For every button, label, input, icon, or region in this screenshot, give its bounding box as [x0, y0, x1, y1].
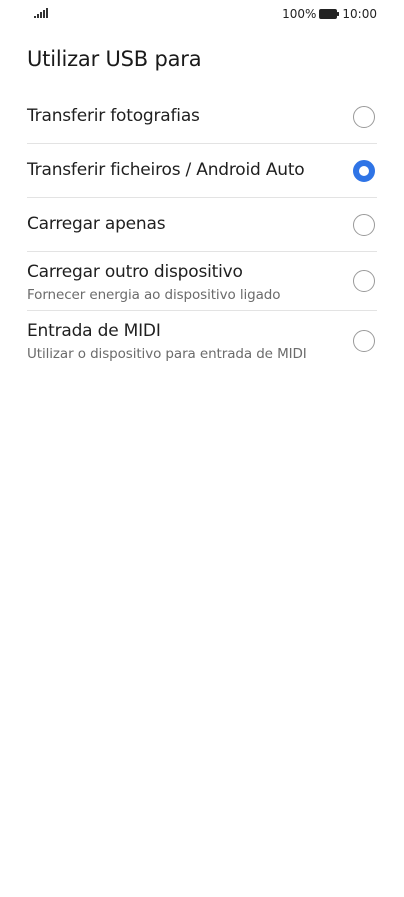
- option-title: Carregar apenas: [27, 214, 166, 234]
- clock-time: 10:00: [342, 7, 377, 21]
- option-transfer-photos[interactable]: Transferir fotografias: [27, 90, 377, 144]
- battery-percent: 100%: [282, 7, 317, 21]
- option-subtitle: Fornecer energia ao dispositivo ligado: [27, 287, 281, 303]
- option-title: Transferir fotografias: [27, 106, 200, 126]
- option-midi-input[interactable]: Entrada de MIDI Utilizar o dispositivo p…: [27, 311, 377, 370]
- option-title: Entrada de MIDI: [27, 321, 161, 341]
- status-right: 100% 10:00: [282, 5, 377, 23]
- option-subtitle: Utilizar o dispositivo para entrada de M…: [27, 346, 307, 362]
- radio-button-checked[interactable]: [353, 159, 375, 182]
- option-charge-other-device[interactable]: Carregar outro dispositivo Fornecer ener…: [27, 252, 377, 311]
- option-transfer-files[interactable]: Transferir ficheiros / Android Auto: [27, 144, 377, 198]
- option-charge-only[interactable]: Carregar apenas: [27, 198, 377, 252]
- status-bar: 100% 10:00: [0, 0, 404, 28]
- radio-button-unchecked[interactable]: [353, 329, 375, 352]
- signal-bars-icon: [34, 8, 48, 18]
- usb-options-list: Transferir fotografias Transferir fichei…: [27, 90, 377, 370]
- radio-button-unchecked[interactable]: [353, 213, 375, 236]
- page-title: Utilizar USB para: [27, 47, 202, 71]
- radio-button-unchecked[interactable]: [353, 105, 375, 128]
- option-title: Carregar outro dispositivo: [27, 262, 243, 282]
- option-title: Transferir ficheiros / Android Auto: [27, 160, 305, 180]
- battery-full-icon: [319, 9, 340, 19]
- radio-button-unchecked[interactable]: [353, 270, 375, 292]
